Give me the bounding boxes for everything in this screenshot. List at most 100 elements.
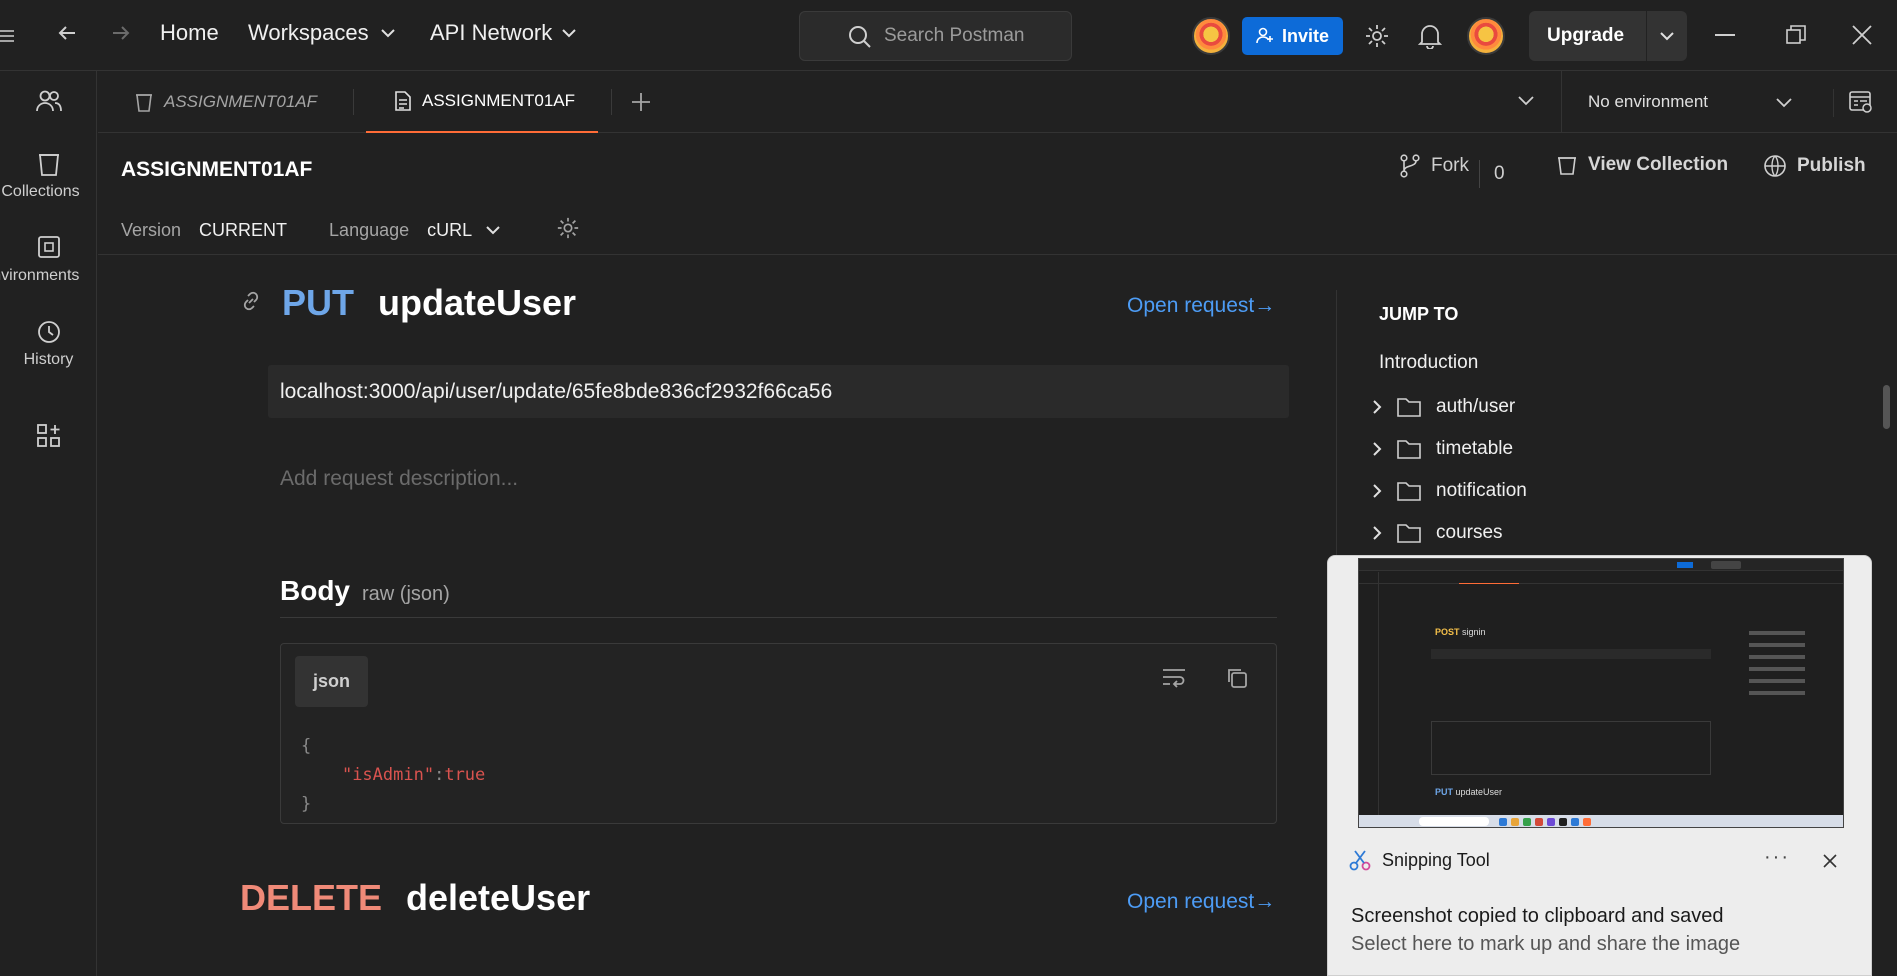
sidebar-item-label: Collections [1, 183, 80, 200]
scrollbar-thumb[interactable] [1883, 385, 1890, 429]
tab-label: ASSIGNMENT01AF [422, 91, 576, 110]
code-value: true [444, 765, 486, 785]
language-selector[interactable]: cURL [427, 220, 500, 241]
snipping-tool-notification[interactable]: POST signin PUT updateUser Snipping Tool [1327, 555, 1872, 976]
thumb-taskbar-icon [1571, 818, 1579, 826]
language-value: cURL [427, 220, 473, 240]
thumb-url [1431, 649, 1711, 659]
tab-collection[interactable]: ASSIGNMENT01AF [134, 71, 317, 133]
version-label: Version [121, 220, 182, 240]
environment-selected: No environment [1588, 92, 1709, 111]
forward-arrow-icon[interactable] [110, 22, 132, 44]
search-icon [849, 26, 871, 48]
tab-separator [611, 89, 612, 115]
toast-app-name: Snipping Tool [1382, 849, 1490, 870]
code-brace-close: } [301, 794, 312, 814]
doc-meta-row: Version CURRENT Language cURL [121, 216, 580, 245]
tab-bar: ASSIGNMENT01AF ASSIGNMENT01AF No environ… [98, 71, 1897, 133]
divider [280, 617, 1277, 618]
chevron-down-icon [486, 226, 500, 235]
open-request-link[interactable]: Open request→ [1127, 294, 1275, 318]
back-arrow-icon[interactable] [56, 22, 78, 44]
environment-quick-look-icon[interactable] [1833, 89, 1874, 117]
request-heading: PUT updateUser [240, 282, 576, 324]
toast-message: Screenshot copied to clipboard and saved [1351, 905, 1724, 927]
tab-documentation[interactable]: ASSIGNMENT01AF [366, 71, 598, 133]
menu-icon[interactable] [0, 22, 24, 50]
divider [98, 254, 1897, 255]
fork-icon [1400, 154, 1420, 178]
environment-selector[interactable]: No environment [1561, 71, 1820, 133]
team-icon[interactable] [0, 89, 97, 113]
close-icon[interactable] [1822, 853, 1838, 874]
home-link[interactable]: Home [160, 20, 219, 46]
fork-button[interactable]: Fork [1399, 154, 1469, 178]
document-icon [395, 91, 411, 111]
language-label: Language [329, 220, 410, 240]
new-tab-plus-icon[interactable] [630, 91, 652, 118]
collection-icon [136, 94, 152, 112]
request-url: localhost:3000/api/user/update/65fe8bde8… [268, 365, 1289, 418]
workspaces-menu[interactable]: Workspaces [248, 20, 395, 46]
search-placeholder: Search Postman [884, 25, 1025, 46]
top-bar: Home Workspaces API Network Search Postm… [0, 0, 1897, 71]
body-type: raw (json) [362, 583, 450, 605]
sidebar-item-collections[interactable]: Collections [0, 151, 97, 201]
user-avatar[interactable] [1467, 17, 1505, 55]
minimize-window-icon[interactable] [1715, 34, 1735, 36]
publish-button[interactable]: Publish [1763, 154, 1866, 178]
folder-label: courses [1436, 522, 1503, 543]
folder-icon [1397, 524, 1421, 543]
open-request-link[interactable]: Open request→ [1127, 890, 1275, 914]
wrap-lines-icon[interactable] [1161, 666, 1187, 693]
thumb-upgrade [1711, 561, 1741, 569]
request-description-input[interactable]: Add request description... [280, 467, 518, 491]
code-block: json { "isAdmin":true } [280, 643, 1277, 824]
invite-label: Invite [1282, 25, 1330, 46]
thumb-topbar [1359, 559, 1843, 571]
settings-gear-icon[interactable] [1364, 23, 1390, 49]
toast-app-header: Snipping Tool [1348, 848, 1490, 872]
request-name: updateUser [378, 282, 577, 323]
sidebar-item-history[interactable]: History [0, 319, 97, 369]
screenshot-thumbnail[interactable]: POST signin PUT updateUser [1358, 558, 1844, 828]
folder-icon [1397, 440, 1421, 459]
language-settings-gear-icon[interactable] [556, 216, 580, 245]
jump-to-folder[interactable]: timetable [1372, 438, 1513, 460]
api-network-label: API Network [430, 20, 553, 45]
invite-button[interactable]: Invite [1242, 17, 1344, 55]
team-avatar[interactable] [1192, 17, 1230, 55]
code-key: "isAdmin" [341, 765, 435, 785]
chevron-down-icon[interactable] [1647, 11, 1687, 61]
request-heading: DELETE deleteUser [240, 877, 590, 919]
workspaces-label: Workspaces [248, 20, 369, 45]
folder-label: timetable [1436, 438, 1514, 459]
view-collection-button[interactable]: View Collection [1556, 154, 1728, 176]
fork-count: 0 [1479, 160, 1505, 188]
restore-window-icon[interactable] [1785, 24, 1807, 46]
upgrade-button[interactable]: Upgrade [1529, 11, 1688, 61]
tab-list-chevron-icon[interactable] [1518, 93, 1534, 111]
history-icon [37, 321, 60, 343]
search-input[interactable]: Search Postman [799, 11, 1072, 61]
jump-to-folder[interactable]: courses [1372, 522, 1503, 544]
configure-sidebar-icon[interactable] [0, 423, 97, 449]
api-network-menu[interactable]: API Network [430, 20, 576, 46]
code-content: { "isAdmin":true } [301, 732, 485, 819]
version-value[interactable]: CURRENT [199, 220, 287, 241]
link-icon[interactable] [240, 290, 262, 317]
snipping-tool-icon [1349, 850, 1371, 871]
jump-to-introduction[interactable]: Introduction [1379, 352, 1478, 374]
code-language-badge: json [295, 656, 369, 707]
thumb-jump-list [1749, 631, 1809, 711]
notifications-bell-icon[interactable] [1418, 23, 1442, 49]
jump-to-folder[interactable]: notification [1372, 480, 1527, 502]
close-window-icon[interactable] [1851, 24, 1873, 46]
more-options-icon[interactable]: ··· [1764, 846, 1790, 869]
request-name: deleteUser [406, 877, 591, 918]
chevron-down-icon [562, 28, 576, 37]
sidebar-item-environments[interactable]: Environments [0, 235, 97, 285]
copy-icon[interactable] [1225, 666, 1249, 695]
jump-to-folder[interactable]: auth/user [1372, 396, 1515, 418]
thumb-sidebar [1359, 572, 1379, 815]
